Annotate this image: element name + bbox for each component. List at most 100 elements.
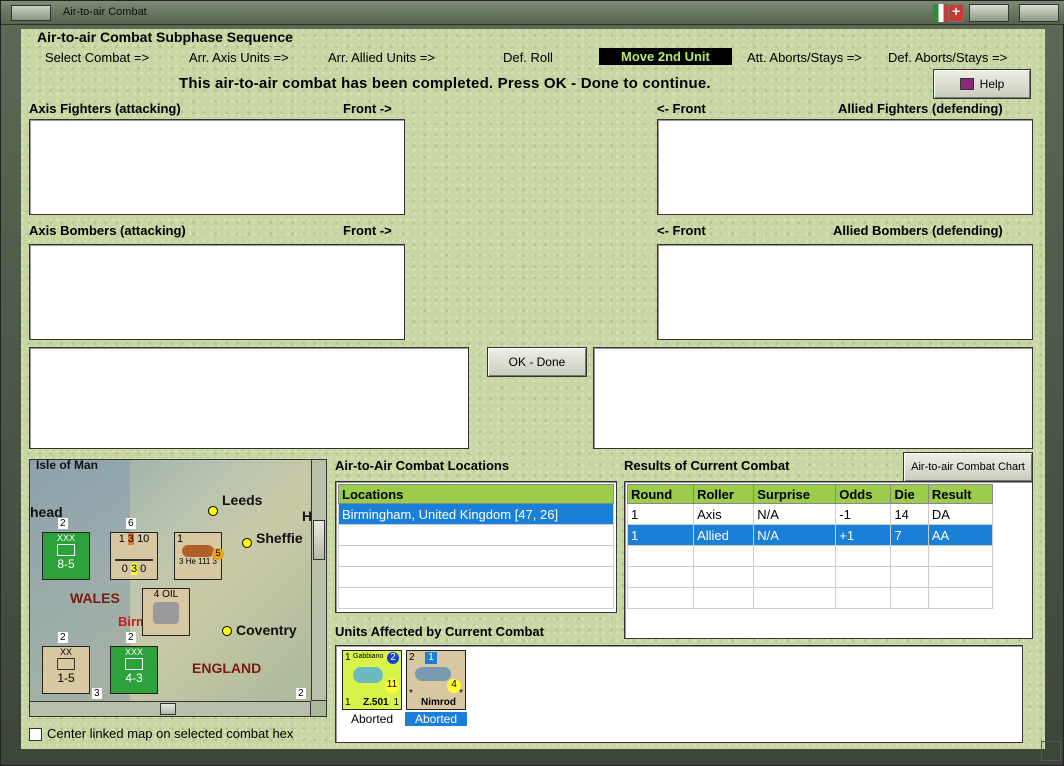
oil-resource-counter[interactable]: 4 OIL	[142, 588, 190, 636]
unit-value: 1	[393, 697, 399, 708]
close-button[interactable]	[1019, 4, 1059, 22]
map-vertical-scroll-thumb[interactable]	[313, 520, 325, 560]
corps-counter-size: XXX	[56, 533, 75, 543]
resize-grip-icon[interactable]	[1041, 741, 1061, 761]
table-row	[626, 587, 994, 609]
map-label-isle-of-man: Isle of Man	[36, 459, 99, 472]
results-table: Round Roller Surprise Odds Die Result 1 …	[626, 484, 994, 609]
allied-bombers-front-label: <- Front	[657, 223, 706, 238]
window-title: Air-to-air Combat	[63, 6, 147, 18]
seaplane-icon	[353, 667, 383, 683]
location-row[interactable]: Birmingham, United Kingdom [47, 26]	[338, 503, 614, 525]
subphase-sequence: Select Combat => Arr. Axis Units => Arr.…	[29, 47, 1029, 69]
location-row	[338, 566, 614, 588]
unit-status: Aborted	[350, 712, 394, 726]
map-label-sheffield: Sheffie	[256, 530, 303, 546]
corps-counter-4-3[interactable]: XXX 4-3	[110, 646, 158, 694]
air-combat-chart-button[interactable]: Air-to-air Combat Chart	[903, 452, 1033, 482]
stack-number: 6	[126, 518, 136, 529]
ok-done-button[interactable]: OK - Done	[487, 347, 587, 377]
switzerland-flag-icon	[948, 3, 964, 22]
help-button[interactable]: Help	[933, 69, 1031, 99]
results-grid[interactable]: Round Roller Surprise Odds Die Result 1 …	[624, 481, 1033, 639]
map-vertical-scrollbar[interactable]	[311, 459, 327, 701]
cell-roller: Axis	[693, 503, 755, 525]
corps2-counter-value: 4-3	[125, 671, 143, 685]
map-horizontal-scrollbar[interactable]	[29, 701, 311, 717]
locations-list[interactable]: Locations Birmingham, United Kingdom [47…	[335, 481, 617, 613]
stack-number: 2	[58, 518, 68, 529]
unit-strength: 11	[385, 679, 399, 693]
allied-fighters-box[interactable]	[657, 119, 1033, 215]
axis-fighters-box[interactable]	[29, 119, 405, 215]
table-row	[626, 545, 994, 567]
location-row	[338, 545, 614, 567]
step-move-2nd-unit: Move 2nd Unit	[599, 48, 732, 65]
corps2-counter-size: XXX	[124, 647, 143, 657]
map-label-leeds: Leeds	[222, 492, 263, 508]
cell-result: DA	[927, 503, 994, 525]
axis-bombers-label: Axis Bombers (attacking)	[29, 223, 186, 238]
cell-round: 1	[626, 524, 695, 546]
col-die: Die	[890, 484, 929, 504]
unit-badge: 2	[387, 652, 399, 664]
locations-title: Air-to-Air Combat Locations	[335, 458, 510, 473]
leeds-city-icon	[208, 506, 218, 516]
naval-value-b: 3	[127, 533, 134, 545]
cav-counter-size: XX	[59, 647, 72, 657]
table-row[interactable]: 1 Allied N/A +1 7 AA	[626, 524, 994, 546]
corps-counter-value: 8-5	[57, 557, 75, 571]
unit-card-nimrod[interactable]: 2 1 4 * Nimrod *	[406, 650, 466, 710]
stack-number: 2	[58, 632, 68, 643]
col-surprise: Surprise	[753, 484, 837, 504]
window-menu-icon[interactable]	[11, 5, 51, 21]
unit-status: Aborted	[405, 712, 467, 726]
table-row[interactable]: 1 Axis N/A -1 14 DA	[626, 503, 994, 525]
map-label-wales: WALES	[70, 590, 120, 606]
cavalry-symbol-icon	[57, 658, 75, 670]
corps-counter-viii-mot[interactable]: XXX 8-5	[42, 532, 90, 580]
step-att-aborts-stays: Att. Aborts/Stays =>	[747, 50, 862, 65]
col-odds: Odds	[835, 484, 892, 504]
center-map-checkbox[interactable]	[29, 728, 42, 741]
map-label-england: ENGLAND	[192, 660, 262, 676]
step-arr-axis-units: Arr. Axis Units =>	[189, 50, 289, 65]
unit-value: 1	[345, 697, 351, 708]
cell-odds: -1	[835, 503, 892, 525]
allied-bombers-box[interactable]	[657, 244, 1033, 340]
cell-odds: +1	[835, 524, 892, 546]
axis-bombers-box[interactable]	[29, 244, 405, 340]
cell-surprise: N/A	[753, 503, 837, 525]
subphase-title: Air-to-air Combat Subphase Sequence	[37, 29, 293, 45]
stack-number: 3	[92, 688, 102, 699]
oil-label: 4 OIL	[153, 589, 179, 600]
linked-map[interactable]: Isle of Man Leeds Sheffie WALES Birmin C…	[29, 459, 327, 717]
air-to-air-combat-window: Air-to-air Combat Air-to-air Combat Subp…	[0, 0, 1064, 766]
location-cell: Birmingham, United Kingdom [47, 26]	[338, 503, 614, 525]
dialog-body: Air-to-air Combat Subphase Sequence Sele…	[21, 29, 1045, 749]
unit-card-gabbiano[interactable]: 1 Gabbiano 2 11 1 Z.501 1	[342, 650, 402, 710]
infantry-symbol-icon	[57, 544, 75, 556]
axis-fighters-front-label: Front ->	[343, 101, 392, 116]
map-horizontal-scroll-thumb[interactable]	[160, 703, 176, 715]
naval-value-e: 3	[130, 563, 138, 575]
cell-die: 14	[890, 503, 929, 525]
bomber-strength-badge: 5	[212, 548, 224, 560]
naval-counter[interactable]: 1 3 10 0 3 0	[110, 532, 158, 580]
bomber-value-a: 1	[177, 533, 184, 545]
col-result: Result	[927, 484, 994, 504]
table-row	[626, 566, 994, 588]
bomber-name: He 111	[185, 557, 211, 566]
results-title: Results of Current Combat	[624, 458, 790, 473]
coventry-city-icon	[222, 626, 232, 636]
col-roller: Roller	[693, 484, 755, 504]
units-affected-box[interactable]: 1 Gabbiano 2 11 1 Z.501 1 Aborted 2 1 4 …	[335, 645, 1023, 743]
biplane-icon	[415, 667, 451, 681]
stack-number: 2	[126, 632, 136, 643]
restore-button[interactable]	[969, 4, 1009, 22]
step-def-roll: Def. Roll	[503, 50, 553, 65]
unit-name: Nimrod	[421, 697, 456, 708]
allied-bombers-label: Allied Bombers (defending)	[833, 223, 1003, 238]
naval-value-a: 1	[118, 533, 125, 545]
corps-counter-1st-cav[interactable]: XX 1-5	[42, 646, 90, 694]
